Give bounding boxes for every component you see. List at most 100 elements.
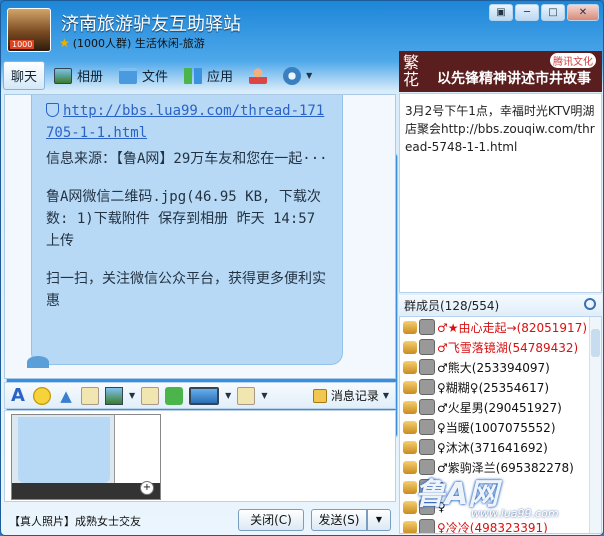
skin-button[interactable]: ▣ [489, 4, 513, 21]
scrollbar-thumb[interactable] [591, 329, 600, 357]
banner-brush-text: 繁花 [403, 53, 420, 89]
note-icon[interactable] [81, 386, 99, 405]
banner-brand: 腾讯文化 [550, 53, 596, 68]
avatar [419, 359, 435, 375]
members-count: 群成员(128/554) [404, 299, 500, 313]
tab-files[interactable]: 文件 [112, 61, 175, 90]
more-tools-icon[interactable] [237, 386, 256, 405]
group-category: (1000人群) 生活休闲-旅游 [72, 37, 205, 50]
send-button[interactable]: 发送(S) [311, 509, 367, 531]
history-icon [312, 388, 327, 403]
folder-icon [119, 67, 138, 84]
chevron-down-icon: ▼ [382, 391, 389, 400]
send-options-button[interactable]: ▼ [367, 509, 391, 531]
avatar [419, 519, 435, 533]
chevron-down-icon[interactable]: ▼ [261, 391, 267, 400]
image-icon[interactable] [105, 386, 123, 405]
shake-icon[interactable]: ▲ [57, 387, 75, 405]
tab-chat[interactable]: 聊天 [3, 61, 398, 438]
close-button[interactable]: 关闭(C) [238, 509, 304, 531]
tab-album[interactable]: 相册 [47, 61, 110, 90]
qq-group-chat-window: 1000 济南旅游驴友互助驿站 ★ (1000人群) 生活休闲-旅游 ▣ ─ □… [0, 0, 604, 536]
avatar [419, 399, 435, 415]
bubble-tail-icon [27, 356, 49, 368]
member-name: ♂飞雪落镜湖(54789432) [437, 340, 579, 355]
watermark-url: www.lua99.com [471, 507, 559, 520]
avatar [419, 439, 435, 455]
emoji-icon[interactable] [33, 386, 51, 405]
maximize-button[interactable]: □ [541, 4, 565, 21]
message-source: 信息来源：【鲁A网】29万车友和您在一起··· [46, 151, 328, 167]
gear-icon [283, 66, 302, 85]
tab-label: 相册 [77, 70, 104, 85]
close-window-button[interactable]: ✕ [567, 4, 599, 21]
music-icon[interactable] [141, 386, 160, 405]
member-row[interactable]: ♂飞雪落镜湖(54789432) [400, 337, 601, 357]
group-notice[interactable]: 3月2号下午1点，幸福时光KTV明湖店聚会http://bbs.zouqiw.c… [399, 93, 602, 293]
chevron-down-icon[interactable]: ▼ [129, 391, 135, 400]
member-row[interactable]: ♂火星男(290451927) [400, 397, 601, 417]
member-role-icon [403, 400, 417, 414]
window-controls: ▣ ─ □ ✕ [489, 4, 599, 21]
member-role-icon [403, 340, 417, 354]
add-person-icon [249, 67, 268, 84]
window-title: 济南旅游驴友互助驿站 [61, 14, 241, 35]
thumbnail-preview [114, 415, 160, 485]
chevron-down-icon: ▼ [306, 71, 313, 80]
message-promo: 扫一扫，关注微信公众平台，获得更多便利实惠 [46, 271, 326, 309]
member-name: ♀糊糊♀(25354617) [437, 380, 550, 395]
ad-banner[interactable]: 繁花 以先锋精神讲述市井故事 腾讯文化 [399, 51, 602, 92]
banner-slogan: 以先锋精神讲述市井故事 [437, 71, 591, 87]
message-input[interactable]: + [4, 410, 396, 502]
member-row[interactable]: ♂★由心走起→(82051917) [400, 317, 601, 337]
screenshot-icon[interactable] [189, 386, 220, 405]
message-history-label: 消息记录 [330, 389, 379, 403]
message-bubble: http://bbs.lua99.com/thread-171705-1-1.h… [31, 95, 343, 365]
pasted-screenshot-thumbnail[interactable]: + [11, 414, 161, 500]
member-row[interactable]: ♀沐沐(371641692) [400, 437, 601, 457]
avatar-badge: 1000 [10, 40, 35, 49]
member-role-icon [403, 360, 417, 374]
member-row[interactable]: ♀当暖(1007075552) [400, 417, 601, 437]
member-name: ♀冷冷(498323391) [437, 520, 548, 534]
member-row[interactable]: ♀糊糊♀(25354617) [400, 377, 601, 397]
message-link[interactable]: http://bbs.lua99.com/thread-171705-1-1.h… [46, 103, 324, 141]
thumbnail-preview [12, 483, 160, 499]
message-link-row: http://bbs.lua99.com/thread-171705-1-1.h… [46, 100, 328, 144]
message-file-info: 鲁A网微信二维码.jpg(46.95 KB, 下载次数: 1)下载附件 保存到相… [46, 189, 321, 249]
group-notice-text: 3月2号下午1点，幸福时光KTV明湖店聚会http://bbs.zouqiw.c… [405, 104, 595, 154]
search-icon[interactable] [584, 298, 596, 310]
avatar [419, 319, 435, 335]
member-name: ♀当暖(1007075552) [437, 420, 556, 435]
tab-label: 应用 [207, 70, 234, 85]
member-role-icon [403, 440, 417, 454]
tab-apps[interactable]: 应用 [177, 61, 240, 90]
group-avatar[interactable]: 1000 [7, 8, 51, 52]
settings-button[interactable]: ▼ [276, 61, 319, 90]
member-name: ♂熊大(253394097) [437, 360, 550, 375]
input-toolbar: A ▲ ▼ ▼ ▼ 消息记录 ▼ [4, 382, 396, 409]
minimize-button[interactable]: ─ [515, 4, 539, 21]
chat-message-area[interactable]: http://bbs.lua99.com/thread-171705-1-1.h… [4, 94, 396, 379]
member-role-icon [403, 380, 417, 394]
members-header: 群成员(128/554) [399, 295, 602, 315]
zoom-icon[interactable]: + [140, 481, 154, 495]
member-list-scrollbar[interactable] [589, 317, 601, 533]
member-role-icon [403, 520, 417, 533]
message-history-button[interactable]: 消息记录 ▼ [312, 387, 389, 404]
apps-icon [184, 67, 203, 84]
member-role-icon [403, 420, 417, 434]
star-icon: ★ [59, 36, 70, 50]
avatar [419, 419, 435, 435]
add-member-button[interactable] [242, 61, 274, 90]
font-icon[interactable]: A [9, 386, 27, 405]
member-row[interactable]: ♂熊大(253394097) [400, 357, 601, 377]
member-name: ♂★由心走起→(82051917) [437, 320, 588, 335]
footer-ad-link[interactable]: 【真人照片】成熟女士交友 [9, 513, 141, 529]
gift-icon[interactable] [165, 386, 184, 405]
thumbnail-preview [18, 417, 110, 483]
member-role-icon [403, 320, 417, 334]
tab-label: 聊天 [11, 70, 38, 85]
shield-icon [46, 103, 59, 117]
chevron-down-icon[interactable]: ▼ [225, 391, 231, 400]
